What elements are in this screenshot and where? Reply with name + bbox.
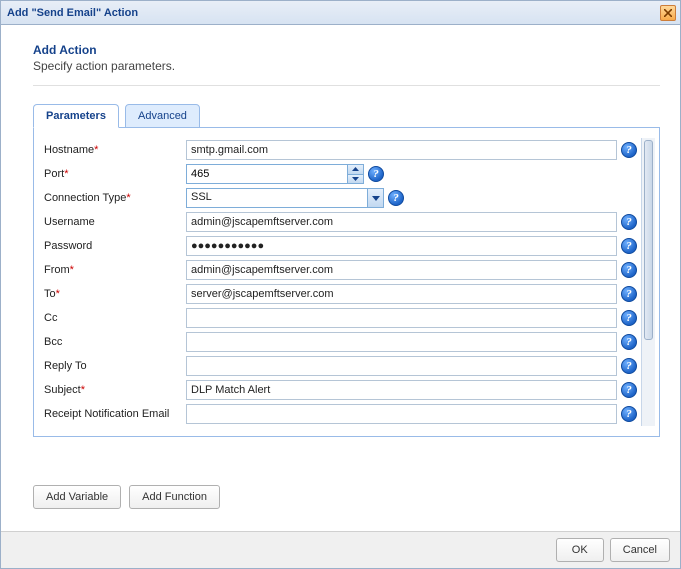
form-area: Hostname* ? Port* [42,138,641,426]
label-cc: Cc [42,312,186,324]
tab-strip: Parameters Advanced [33,104,660,128]
bcc-input[interactable] [186,332,617,352]
help-icon[interactable]: ? [621,214,637,230]
add-variable-button[interactable]: Add Variable [33,485,121,509]
port-spin-down[interactable] [348,174,363,184]
ok-button[interactable]: OK [556,538,604,562]
help-icon[interactable]: ? [621,334,637,350]
label-receipt-notification-email: Receipt Notification Email [42,408,186,420]
subject-input[interactable] [186,380,617,400]
row-port: Port* ? [42,162,641,186]
row-connection-type: Connection Type* SSL ? [42,186,641,210]
scrollbar-thumb[interactable] [644,140,653,340]
send-email-action-dialog: Add "Send Email" Action Add Action Speci… [0,0,681,569]
help-icon[interactable]: ? [621,310,637,326]
connection-type-select[interactable]: SSL [186,188,384,208]
label-hostname: Hostname* [42,144,186,156]
label-connection-type: Connection Type* [42,192,186,204]
port-spinner[interactable] [186,164,364,184]
row-cc: Cc ? [42,306,641,330]
row-receipt-notification-email: Receipt Notification Email ? [42,402,641,426]
port-input[interactable] [187,165,347,183]
row-to: To* ? [42,282,641,306]
chevron-down-icon [372,196,380,201]
chevron-down-icon [352,177,359,181]
dialog-titlebar: Add "Send Email" Action [1,1,680,25]
hostname-input[interactable] [186,140,617,160]
label-from: From* [42,264,186,276]
label-bcc: Bcc [42,336,186,348]
help-icon[interactable]: ? [621,382,637,398]
row-bcc: Bcc ? [42,330,641,354]
username-input[interactable] [186,212,617,232]
help-icon[interactable]: ? [621,286,637,302]
from-input[interactable] [186,260,617,280]
label-to: To* [42,288,186,300]
row-from: From* ? [42,258,641,282]
to-input[interactable] [186,284,617,304]
reply-to-input[interactable] [186,356,617,376]
connection-type-trigger[interactable] [367,189,383,207]
tab-advanced[interactable]: Advanced [125,104,200,128]
label-reply-to: Reply To [42,360,186,372]
chevron-up-icon [352,167,359,171]
row-hostname: Hostname* ? [42,138,641,162]
receipt-notification-email-input[interactable] [186,404,617,424]
help-icon[interactable]: ? [621,406,637,422]
vertical-scrollbar[interactable] [641,138,655,426]
row-username: Username ? [42,210,641,234]
label-password: Password [42,240,186,252]
section-subheading: Specify action parameters. [33,59,660,86]
help-icon[interactable]: ? [621,142,637,158]
dialog-title: Add "Send Email" Action [7,7,138,19]
label-subject: Subject* [42,384,186,396]
row-subject: Subject* ? [42,378,641,402]
help-icon[interactable]: ? [621,238,637,254]
connection-type-value: SSL [187,189,367,207]
parameters-panel: Hostname* ? Port* [33,127,660,437]
close-button[interactable] [660,5,676,21]
label-port: Port* [42,168,186,180]
help-icon[interactable]: ? [388,190,404,206]
tab-parameters[interactable]: Parameters [33,104,119,128]
port-spin-up[interactable] [348,165,363,174]
label-username: Username [42,216,186,228]
bottom-button-row: Add Variable Add Function [33,485,660,509]
close-icon [664,9,672,17]
cc-input[interactable] [186,308,617,328]
help-icon[interactable]: ? [368,166,384,182]
dialog-footer: OK Cancel [1,531,680,568]
row-reply-to: Reply To ? [42,354,641,378]
help-icon[interactable]: ? [621,262,637,278]
password-input[interactable] [186,236,617,256]
cancel-button[interactable]: Cancel [610,538,670,562]
dialog-content: Add Action Specify action parameters. Pa… [1,25,680,531]
row-password: Password ? [42,234,641,258]
section-heading: Add Action [33,43,660,57]
add-function-button[interactable]: Add Function [129,485,220,509]
help-icon[interactable]: ? [621,358,637,374]
